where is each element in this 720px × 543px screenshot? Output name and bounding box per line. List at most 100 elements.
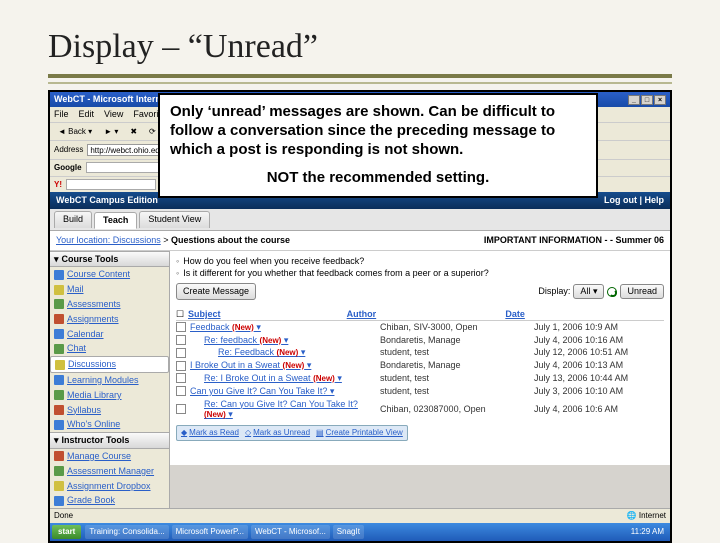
refresh-icon[interactable] (607, 287, 617, 297)
message-subject[interactable]: Re: I Broke Out in a Sweat (New) ▾ (190, 373, 376, 384)
nav-icon (54, 390, 64, 400)
sidebar-item-label: Who's Online (67, 419, 120, 430)
nav-instructor-tools-header[interactable]: ▾ Instructor Tools (50, 432, 169, 449)
address-label: Address (54, 145, 83, 155)
message-author: student, test (380, 347, 530, 358)
row-checkbox[interactable] (176, 386, 186, 396)
breadcrumb-link[interactable]: Your location: Discussions (56, 235, 161, 245)
stop-button[interactable]: ✖ (126, 125, 141, 139)
sidebar-item-label: Mail (67, 284, 84, 295)
nav-course-tools-header[interactable]: ▾ Course Tools (50, 251, 169, 268)
sidebar-item-calendar[interactable]: Calendar (50, 327, 169, 342)
instructor-item-manage-course[interactable]: Manage Course (50, 449, 169, 464)
message-author: Bondaretis, Manage (380, 335, 530, 346)
sidebar-item-discussions[interactable]: Discussions (50, 356, 169, 373)
sidebar-item-label: Assessment Manager (67, 466, 154, 477)
taskbar: start Training: Consolida... Microsoft P… (50, 523, 670, 541)
col-subject[interactable]: Subject (188, 309, 347, 320)
sidebar-item-assignments[interactable]: Assignments (50, 312, 169, 327)
message-author: student, test (380, 386, 530, 397)
message-subject[interactable]: Re: Can you Give It? Can You Take It? (N… (190, 399, 376, 421)
sidebar-item-label: Discussions (68, 359, 116, 370)
menu-view[interactable]: View (104, 109, 123, 120)
minimize-button[interactable]: _ (628, 95, 640, 105)
logout-link[interactable]: Log out (604, 195, 637, 205)
row-checkbox[interactable] (176, 335, 186, 345)
row-checkbox[interactable] (176, 404, 186, 414)
task-item[interactable]: WebCT - Microsof... (251, 525, 330, 539)
nav-icon (54, 344, 64, 354)
task-item[interactable]: SnagIt (333, 525, 364, 539)
table-row: Re: feedback (New) ▾Bondaretis, ManageJu… (176, 334, 664, 347)
sidebar-item-chat[interactable]: Chat (50, 341, 169, 356)
menu-edit[interactable]: Edit (79, 109, 95, 120)
nav-icon (54, 314, 64, 324)
sidebar-item-course-content[interactable]: Course Content (50, 267, 169, 282)
forward-button[interactable]: ► ▾ (100, 125, 122, 139)
mark-unread-button[interactable]: ◇ Mark as Unread (245, 428, 310, 438)
help-link[interactable]: Help (644, 195, 664, 205)
tab-teach[interactable]: Teach (94, 212, 137, 229)
message-subject[interactable]: I Broke Out in a Sweat (New) ▾ (190, 360, 376, 371)
message-subject[interactable]: Re: feedback (New) ▾ (190, 335, 376, 346)
sidebar-item-label: Assignment Dropbox (67, 481, 151, 492)
sidebar-item-assessments[interactable]: Assessments (50, 297, 169, 312)
sidebar-item-syllabus[interactable]: Syllabus (50, 403, 169, 418)
nav-icon (54, 496, 64, 506)
task-item[interactable]: Microsoft PowerP... (172, 525, 248, 539)
sidebar-item-who-s-online[interactable]: Who's Online (50, 417, 169, 432)
display-unread-button[interactable]: Unread (620, 284, 664, 299)
printable-button[interactable]: ▤ Create Printable View (316, 428, 403, 438)
task-item[interactable]: Training: Consolida... (85, 525, 168, 539)
message-author: student, test (380, 373, 530, 384)
status-bar: Done 🌐 Internet (50, 508, 670, 523)
callout-box: Only ‘unread’ messages are shown. Can be… (158, 93, 598, 198)
message-subject[interactable]: Re: Feedback (New) ▾ (190, 347, 376, 358)
yahoo-search-input[interactable] (66, 179, 156, 190)
back-button[interactable]: ◄ Back ▾ (54, 125, 96, 139)
breadcrumb-current: Questions about the course (171, 235, 290, 245)
tab-student[interactable]: Student View (139, 211, 210, 228)
status-text: Done (54, 511, 73, 521)
new-badge: (New) (204, 410, 226, 419)
slide-title: Display – “Unread” (48, 28, 672, 66)
message-subject[interactable]: Can you Give It? Can You Take It? ▾ (190, 386, 376, 397)
start-button[interactable]: start (52, 525, 81, 539)
breadcrumb: Your location: Discussions > Questions a… (50, 231, 670, 251)
new-badge: (New) (260, 336, 282, 345)
message-author: Bondaretis, Manage (380, 360, 530, 371)
nav-icon (54, 451, 64, 461)
google-logo: Google (54, 163, 82, 173)
select-all-checkbox[interactable]: ☐ (176, 309, 188, 320)
row-checkbox[interactable] (176, 373, 186, 383)
status-zone: 🌐 Internet (627, 511, 666, 521)
nav-icon (54, 375, 64, 385)
create-message-button[interactable]: Create Message (176, 283, 256, 300)
close-button[interactable]: × (654, 95, 666, 105)
instructor-item-assignment-dropbox[interactable]: Assignment Dropbox (50, 479, 169, 494)
sidebar-item-learning-modules[interactable]: Learning Modules (50, 373, 169, 388)
col-author[interactable]: Author (347, 309, 506, 320)
display-all-button[interactable]: All ▾ (573, 284, 604, 299)
sidebar-item-label: Learning Modules (67, 375, 139, 386)
message-date: July 13, 2006 10:44 AM (534, 373, 664, 384)
mark-read-button[interactable]: ◆ Mark as Read (181, 428, 239, 438)
message-date: July 3, 2006 10:10 AM (534, 386, 664, 397)
maximize-button[interactable]: □ (641, 95, 653, 105)
row-checkbox[interactable] (176, 322, 186, 332)
instructor-item-assessment-manager[interactable]: Assessment Manager (50, 464, 169, 479)
table-row: Can you Give It? Can You Take It? ▾ stude… (176, 385, 664, 398)
col-date[interactable]: Date (505, 309, 664, 320)
row-checkbox[interactable] (176, 348, 186, 358)
tab-build[interactable]: Build (54, 211, 92, 228)
nav-icon (54, 329, 64, 339)
instructor-item-grade-book[interactable]: Grade Book (50, 493, 169, 508)
sidebar-item-label: Chat (67, 343, 86, 354)
message-subject[interactable]: Feedback (New) ▾ (190, 322, 376, 333)
sidebar-item-mail[interactable]: Mail (50, 282, 169, 297)
menu-file[interactable]: File (54, 109, 69, 120)
row-checkbox[interactable] (176, 361, 186, 371)
sidebar-item-media-library[interactable]: Media Library (50, 388, 169, 403)
table-row: Re: Can you Give It? Can You Take It? (N… (176, 398, 664, 422)
system-tray: 11:29 AM (627, 525, 668, 539)
